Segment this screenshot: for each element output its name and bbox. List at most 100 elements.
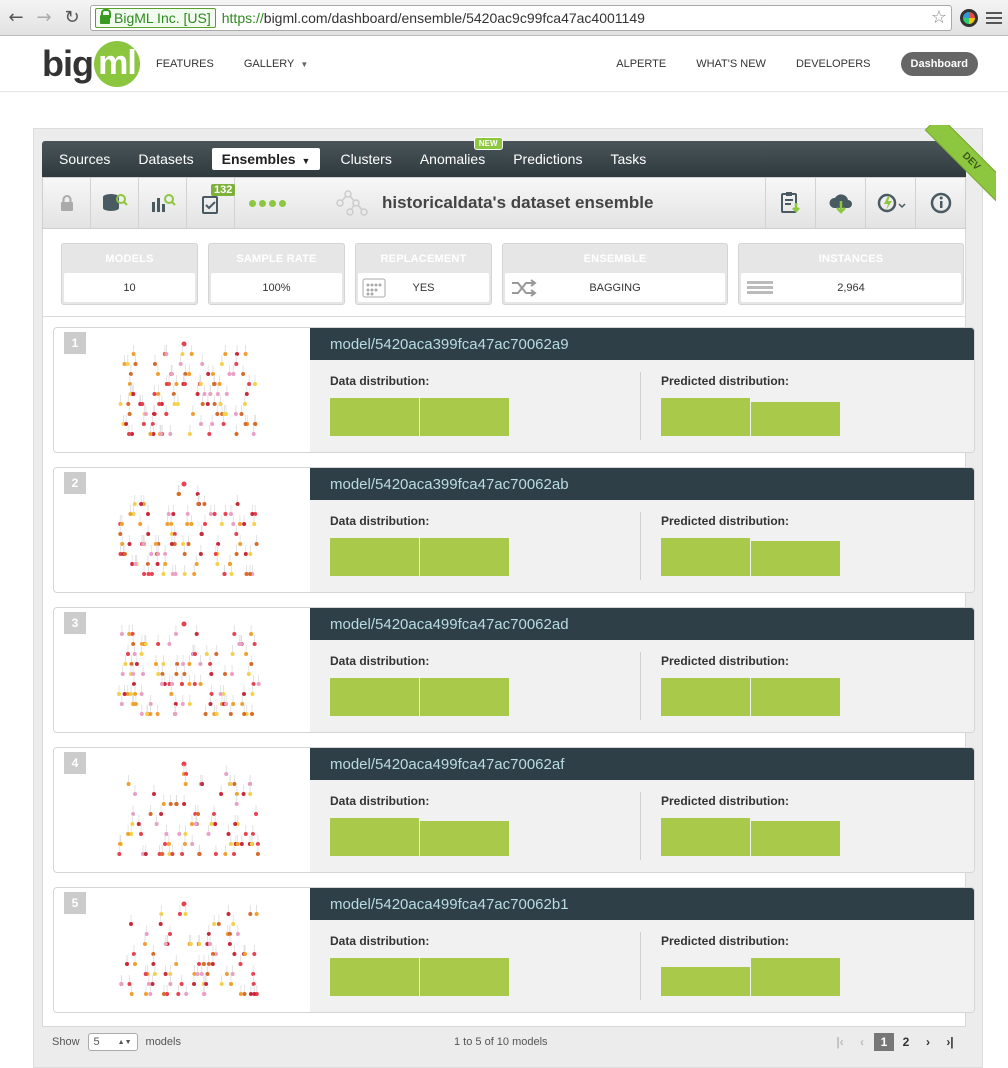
nav-gallery[interactable]: GALLERY ▼ xyxy=(244,58,308,70)
actions-menu-icon[interactable] xyxy=(865,178,915,228)
model-tree-icon xyxy=(118,481,259,576)
extension-icon[interactable] xyxy=(960,8,978,27)
model-distributions: Data distribution: Predicted distribution… xyxy=(310,920,974,1012)
url-scheme: https:// xyxy=(221,9,264,26)
back-icon[interactable]: ← xyxy=(6,7,26,28)
prev-page-icon[interactable]: ‹ xyxy=(852,1033,872,1051)
data-distribution-bars xyxy=(330,676,510,716)
stat-value: YES xyxy=(358,273,489,302)
updown-icon: ▲▼ xyxy=(117,1038,132,1046)
distribution-bar xyxy=(420,820,509,856)
stat-models: MODELS 10 xyxy=(61,243,198,305)
ev-name: BigML Inc. [US] xyxy=(114,9,211,26)
model-id-link[interactable]: model/5420aca499fca47ac70062af xyxy=(310,748,974,780)
dashboard-button[interactable]: Dashboard xyxy=(900,51,978,76)
ev-certificate-badge[interactable]: BigML Inc. [US] xyxy=(95,7,216,28)
distribution-bar xyxy=(330,398,419,436)
tab-anomalies[interactable]: Anomalies NEW xyxy=(420,137,503,167)
distribution-bar xyxy=(330,538,419,576)
new-badge: NEW xyxy=(473,137,503,150)
stat-sample-rate: SAMPLE RATE 100% xyxy=(208,243,345,305)
cloud-download-icon[interactable] xyxy=(815,178,865,228)
model-id-link[interactable]: model/5420aca499fca47ac70062ad xyxy=(310,608,974,640)
tab-tasks[interactable]: Tasks xyxy=(610,151,646,167)
info-icon[interactable] xyxy=(915,178,965,228)
model-card[interactable]: 3 model/5420aca499fca47ac70062ad Data dist… xyxy=(53,607,975,733)
last-page-icon[interactable]: ›| xyxy=(940,1033,960,1051)
bigml-logo[interactable]: big ml xyxy=(42,40,140,87)
distribution-bar xyxy=(661,538,750,576)
nav-features[interactable]: FEATURES xyxy=(156,58,214,70)
tab-predictions[interactable]: Predictions xyxy=(513,151,582,167)
nav-developers[interactable]: DEVELOPERS xyxy=(796,58,871,70)
model-id-link[interactable]: model/5420aca399fca47ac70062ab xyxy=(310,468,974,500)
dashboard-panel: Sources Datasets Ensembles ▼ Clusters Ano… xyxy=(33,125,996,1068)
model-tree-icon xyxy=(117,621,261,716)
nav-whats-new[interactable]: WHAT'S NEW xyxy=(696,58,766,70)
pagination: |‹ ‹ 1 2 › ›| xyxy=(830,1033,960,1051)
reload-icon[interactable]: ↻ xyxy=(62,7,82,28)
page-button[interactable]: 2 xyxy=(896,1033,916,1051)
model-distributions: Data distribution: Predicted distribution… xyxy=(310,360,974,452)
resource-tabs: Sources Datasets Ensembles ▼ Clusters Ano… xyxy=(42,137,966,177)
browser-menu-icon[interactable] xyxy=(986,11,1002,24)
distribution-bar xyxy=(751,402,840,436)
distribution-bar xyxy=(661,398,750,436)
pagination-range: 1 to 5 of 10 models xyxy=(454,1036,548,1048)
tasks-icon[interactable]: 132 xyxy=(187,178,236,228)
model-number: 2 xyxy=(64,472,86,494)
data-distribution-bars xyxy=(330,956,510,996)
model-card[interactable]: 5 model/5420aca499fca47ac70062b1 Data dist… xyxy=(53,887,975,1013)
model-card[interactable]: 2 model/5420aca399fca47ac70062ab Data dist… xyxy=(53,467,975,593)
model-distributions: Data distribution: Predicted distribution… xyxy=(310,500,974,592)
model-list: 1 model/5420aca399fca47ac70062a9 Data dist… xyxy=(42,317,975,1027)
tab-datasets[interactable]: Datasets xyxy=(138,151,193,167)
progress-dots-icon xyxy=(249,199,286,207)
data-distribution-bars xyxy=(330,396,510,436)
model-tree-icon xyxy=(118,341,258,436)
forward-icon[interactable]: → xyxy=(34,7,54,28)
sample-grid-icon xyxy=(362,278,386,298)
per-page-select[interactable]: 5 ▲▼ xyxy=(87,1033,138,1051)
model-id-link[interactable]: model/5420aca499fca47ac70062b1 xyxy=(310,888,974,920)
predicted-distribution-bars xyxy=(661,396,841,436)
model-number: 5 xyxy=(64,892,86,914)
distribution-bar xyxy=(420,678,509,716)
first-page-icon[interactable]: |‹ xyxy=(830,1033,850,1051)
dataset-search-icon[interactable] xyxy=(91,178,139,228)
page-button[interactable]: 1 xyxy=(874,1033,894,1051)
download-clipboard-icon[interactable] xyxy=(765,178,815,228)
stat-value: 100% xyxy=(211,273,342,302)
models-label: models xyxy=(145,1036,181,1048)
ensemble-stats: MODELS 10 SAMPLE RATE 100% REPLACEMENT Y… xyxy=(42,229,966,317)
next-page-icon[interactable]: › xyxy=(918,1033,938,1051)
bookmark-star-icon[interactable]: ☆ xyxy=(931,7,947,28)
model-card[interactable]: 1 model/5420aca399fca47ac70062a9 Data dist… xyxy=(53,327,975,453)
model-card[interactable]: 4 model/5420aca499fca47ac70062af Data dist… xyxy=(53,747,975,873)
predicted-distribution-label: Predicted distribution: xyxy=(661,794,790,808)
model-number: 4 xyxy=(64,752,86,774)
shuffle-icon xyxy=(512,279,537,297)
tab-sources[interactable]: Sources xyxy=(59,151,110,167)
model-distributions: Data distribution: Predicted distribution… xyxy=(310,640,974,732)
distribution-bar xyxy=(751,678,840,716)
chart-search-icon[interactable] xyxy=(139,178,187,228)
address-bar[interactable]: BigML Inc. [US] https://bigml.com/dashbo… xyxy=(90,4,952,31)
model-tree-icon xyxy=(119,901,259,996)
model-number: 3 xyxy=(64,612,86,634)
tab-clusters[interactable]: Clusters xyxy=(340,151,391,167)
url-path: bigml.com/dashboard/ensemble/5420ac9c99f… xyxy=(263,9,645,26)
stat-ensemble: ENSEMBLE BAGGING xyxy=(502,243,728,305)
model-distributions: Data distribution: Predicted distribution… xyxy=(310,780,974,872)
data-distribution-label: Data distribution: xyxy=(330,514,430,528)
lock-icon[interactable] xyxy=(43,178,91,228)
distribution-bar xyxy=(661,678,750,716)
stat-instances: INSTANCES 2,964 xyxy=(738,243,964,305)
nav-user[interactable]: ALPERTE xyxy=(616,58,666,70)
stat-value: BAGGING xyxy=(505,273,725,302)
model-id-link[interactable]: model/5420aca399fca47ac70062a9 xyxy=(310,328,974,360)
list-footer: Show 5 ▲▼ models 1 to 5 of 10 models |‹ ‹… xyxy=(42,1027,966,1057)
tab-ensembles[interactable]: Ensembles ▼ xyxy=(211,148,321,170)
stat-label: REPLACEMENT xyxy=(380,252,467,265)
stat-label: ENSEMBLE xyxy=(583,252,647,265)
